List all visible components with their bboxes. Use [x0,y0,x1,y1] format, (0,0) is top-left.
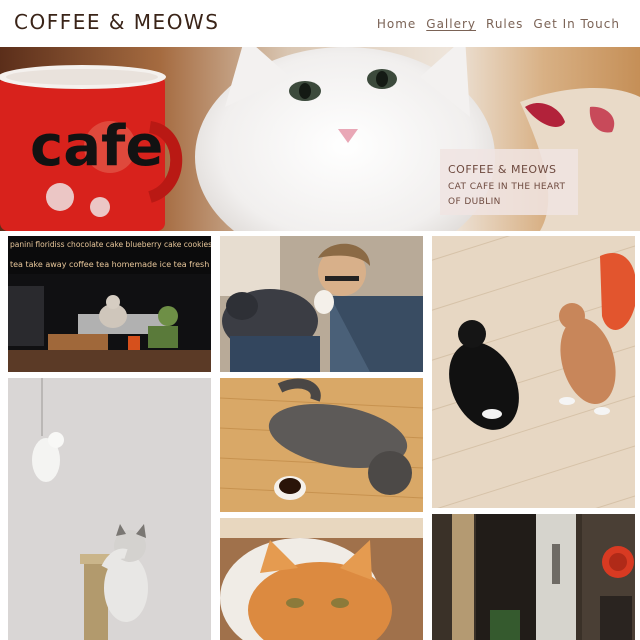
site-logo-title[interactable]: COFFEE & MEOWS [14,10,219,34]
hero-banner: cafe COFFEE & MEOWS CAT CAFE IN THE HEAR… [0,47,640,231]
gallery-item-kitten-toy[interactable] [8,378,211,640]
orange-cat-in-cat-house-photo [220,518,423,640]
chalkboard-menu-text: panini floridiss chocolate cake blueberr… [10,240,211,249]
gallery-item-orange-cat[interactable] [220,518,423,640]
nav-item-rules[interactable]: Rules [486,17,523,31]
svg-text:tea take away coffee tea ho: tea take away coffee tea homemade ice te… [10,260,211,269]
nav-item-gallery[interactable]: Gallery [426,17,476,31]
kitten-playing-mouse-toy-photo [8,378,211,640]
cafe-entrance-door-photo [432,514,635,640]
cafe-window-cat-photo: panini floridiss chocolate cake blueberr… [8,236,211,372]
two-cats-on-floor-photo [432,236,635,508]
gallery-item-cat-and-coffee[interactable] [220,378,423,512]
gallery-item-man-hugging-cat[interactable] [220,236,423,372]
gallery-item-cafe-window[interactable]: panini floridiss chocolate cake blueberr… [8,236,211,372]
man-hugging-cat-photo [220,236,423,372]
nav-item-get-in-touch[interactable]: Get In Touch [533,17,620,31]
gallery-item-two-cats-floor[interactable] [432,236,635,508]
gallery-item-cafe-entrance[interactable] [432,514,635,640]
hero-heading: COFFEE & MEOWS [448,163,557,176]
cat-lying-beside-coffee-photo [220,378,423,512]
nav-item-home[interactable]: Home [377,17,416,31]
mug-cafe-text: cafe [30,114,163,179]
main-nav: Home Gallery Rules Get In Touch [377,17,620,31]
hero-subheading: CAT CAFE IN THE HEART OF DUBLIN [448,182,566,207]
hero-caption-box: COFFEE & MEOWS CAT CAFE IN THE HEART OF … [440,149,578,215]
site-header: COFFEE & MEOWS Home Gallery Rules Get In… [0,0,640,46]
